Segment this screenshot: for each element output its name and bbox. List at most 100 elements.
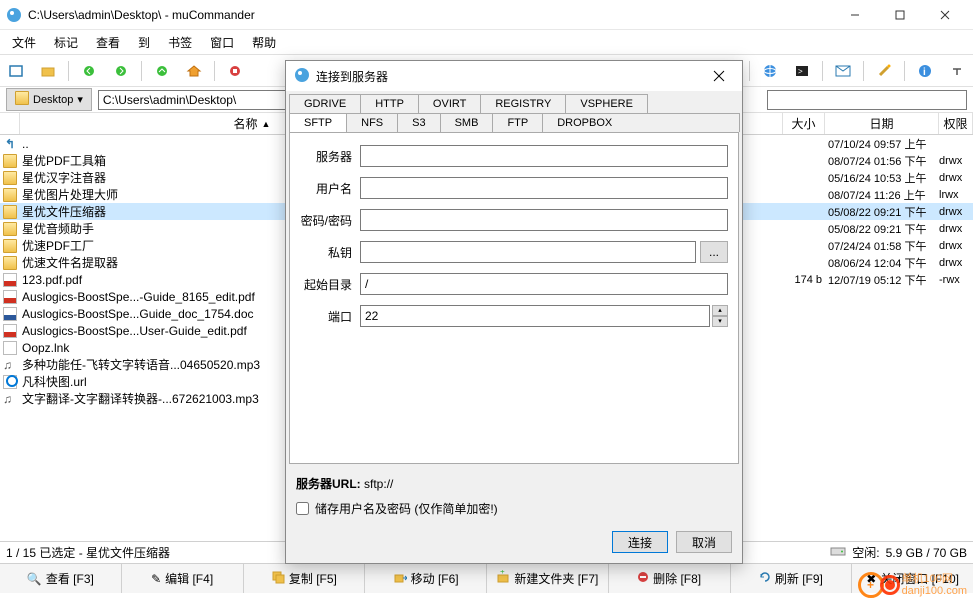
save-credentials-checkbox[interactable]: [296, 502, 309, 515]
file-icon: [0, 188, 20, 202]
menu-go[interactable]: 到: [130, 31, 158, 54]
email-icon[interactable]: [831, 59, 855, 83]
watermark: + 单机100网danji100.com: [858, 572, 967, 598]
file-perm: drwx: [939, 240, 973, 252]
col-perm[interactable]: 权限: [939, 113, 973, 134]
home-icon[interactable]: [182, 59, 206, 83]
minimize-button[interactable]: [832, 0, 877, 30]
col-icon[interactable]: [0, 113, 20, 134]
drive-label: Desktop: [33, 94, 73, 106]
tab-s3[interactable]: S3: [397, 113, 440, 132]
dialog-title: 连接到服务器: [316, 68, 704, 85]
tab-http[interactable]: HTTP: [360, 94, 419, 113]
initdir-input[interactable]: [360, 273, 728, 295]
initdir-label: 起始目录: [300, 276, 360, 293]
file-icon: [0, 256, 20, 270]
drive-button-left[interactable]: Desktop ▾: [6, 88, 92, 111]
tab-gdrive[interactable]: GDRIVE: [289, 94, 361, 113]
file-date: 08/07/24 01:56 下午: [825, 153, 939, 169]
file-perm: drwx: [939, 172, 973, 184]
key-label: 私钥: [300, 244, 360, 261]
file-perm: -rwx: [939, 274, 973, 286]
user-input[interactable]: [360, 177, 728, 199]
terminal-icon[interactable]: >: [790, 59, 814, 83]
tab-ovirt[interactable]: OVIRT: [418, 94, 481, 113]
back-icon[interactable]: [77, 59, 101, 83]
menu-mark[interactable]: 标记: [46, 31, 86, 54]
overflow-icon[interactable]: [945, 59, 969, 83]
tab-smb[interactable]: SMB: [440, 113, 494, 132]
status-free-label: 空闲:: [852, 544, 879, 561]
port-spin-down[interactable]: ▾: [712, 316, 728, 327]
server-url-row: 服务器URL: sftp://: [286, 467, 742, 496]
forward-icon[interactable]: [109, 59, 133, 83]
file-icon: [0, 205, 20, 219]
col-size[interactable]: 大小: [783, 113, 825, 134]
toolbar-separator: [863, 61, 864, 81]
menu-view[interactable]: 查看: [88, 31, 128, 54]
file-icon: [0, 375, 20, 389]
file-date: 05/08/22 09:21 下午: [825, 221, 939, 237]
mkdir-icon: +: [496, 570, 510, 587]
toolbar-separator: [68, 61, 69, 81]
svg-text:>: >: [798, 67, 803, 76]
pass-input[interactable]: [360, 209, 728, 231]
maximize-button[interactable]: [877, 0, 922, 30]
tab-ftp[interactable]: FTP: [492, 113, 543, 132]
folder-icon: [15, 91, 29, 108]
folder-up-icon[interactable]: [36, 59, 60, 83]
fn-edit[interactable]: ✎编辑 [F4]: [122, 564, 244, 593]
close-window-button[interactable]: [922, 0, 967, 30]
server-input[interactable]: [360, 145, 728, 167]
menu-help[interactable]: 帮助: [244, 31, 284, 54]
file-icon: [0, 290, 20, 304]
properties-icon[interactable]: [872, 59, 896, 83]
dialog-close-button[interactable]: [704, 61, 734, 91]
file-icon: [0, 239, 20, 253]
path-input-right[interactable]: [767, 90, 967, 110]
connect-server-icon[interactable]: [758, 59, 782, 83]
stop-icon[interactable]: [223, 59, 247, 83]
fn-view[interactable]: 🔍查看 [F3]: [0, 564, 122, 593]
tab-registry[interactable]: REGISTRY: [480, 94, 566, 113]
file-perm: lrwx: [939, 189, 973, 201]
cancel-button[interactable]: 取消: [676, 531, 732, 553]
dialog-titlebar: 连接到服务器: [286, 61, 742, 91]
connect-button[interactable]: 连接: [612, 531, 668, 553]
port-input[interactable]: [360, 305, 710, 327]
fn-mkdir[interactable]: +新建文件夹 [F7]: [487, 564, 609, 593]
file-date: 08/06/24 12:04 下午: [825, 255, 939, 271]
menu-bookmarks[interactable]: 书签: [160, 31, 200, 54]
menu-file[interactable]: 文件: [4, 31, 44, 54]
help-icon[interactable]: i: [913, 59, 937, 83]
tab-nfs[interactable]: NFS: [346, 113, 398, 132]
toolbar-separator: [749, 61, 750, 81]
port-spin-up[interactable]: ▴: [712, 305, 728, 316]
tab-dropbox[interactable]: DROPBOX: [542, 113, 740, 132]
fn-copy[interactable]: 复制 [F5]: [244, 564, 366, 593]
fn-refresh[interactable]: 刷新 [F9]: [731, 564, 853, 593]
tab-sftp[interactable]: SFTP: [289, 113, 347, 132]
file-icon: [0, 307, 20, 321]
browse-key-button[interactable]: ...: [700, 241, 728, 263]
svg-text:i: i: [923, 67, 926, 78]
file-date: 05/16/24 10:53 上午: [825, 170, 939, 186]
fn-move[interactable]: 移动 [F6]: [365, 564, 487, 593]
tab-vsphere[interactable]: VSPHERE: [565, 94, 648, 113]
pass-label: 密码/密码: [300, 212, 360, 229]
file-perm: drwx: [939, 206, 973, 218]
chevron-down-icon: ▾: [77, 93, 83, 106]
menu-window[interactable]: 窗口: [202, 31, 242, 54]
new-window-icon[interactable]: [4, 59, 28, 83]
parent-icon[interactable]: [150, 59, 174, 83]
file-perm: drwx: [939, 223, 973, 235]
file-perm: drwx: [939, 155, 973, 167]
col-date[interactable]: 日期: [825, 113, 939, 134]
toolbar-separator: [214, 61, 215, 81]
fn-delete[interactable]: 删除 [F8]: [609, 564, 731, 593]
copy-icon: [271, 570, 285, 587]
connect-server-dialog: 连接到服务器 GDRIVEHTTPOVIRTREGISTRYVSPHERE SF…: [285, 60, 743, 564]
key-input[interactable]: [360, 241, 696, 263]
file-icon: [0, 154, 20, 168]
dialog-form: 服务器 用户名 密码/密码 私钥 ... 起始目录 端口 ▴ ▾: [289, 132, 739, 464]
